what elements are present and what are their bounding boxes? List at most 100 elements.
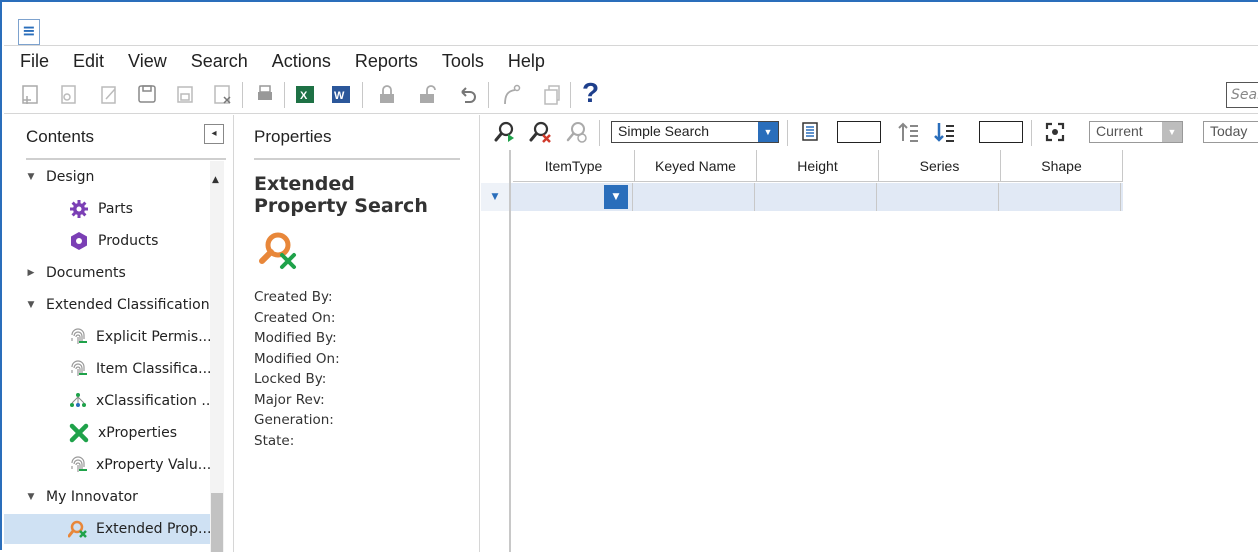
promote-icon[interactable]	[500, 82, 522, 106]
tree-item[interactable]: ▼ Design	[4, 162, 210, 192]
effective-date-input[interactable]: Today	[1203, 121, 1258, 143]
app-window: ≡ File Edit View Search Actions Reports …	[0, 0, 1258, 552]
svg-text:W: W	[334, 90, 345, 102]
product-icon	[68, 230, 90, 252]
properties-title: Properties	[254, 127, 332, 146]
grid-cell[interactable]	[877, 183, 999, 211]
expand-arrow-icon[interactable]: ▼	[26, 492, 36, 502]
scroll-thumb[interactable]	[211, 493, 223, 552]
page-size-icon[interactable]	[799, 120, 823, 144]
collapse-panel-button[interactable]: ◂	[204, 124, 224, 144]
tree-item[interactable]: ▶ Documents	[4, 258, 210, 288]
property-field-label: Generation:	[254, 412, 334, 428]
chevron-down-icon[interactable]: ▼	[1162, 122, 1182, 142]
save-icon[interactable]	[136, 82, 158, 106]
sort-ascending-icon[interactable]	[897, 120, 921, 144]
chevron-down-icon[interactable]: ▼	[758, 122, 778, 142]
collapse-arrow-icon[interactable]: ▶	[26, 268, 36, 278]
tree-item[interactable]: ▼ Extended Classification	[4, 290, 210, 320]
undo-icon[interactable]	[456, 82, 478, 106]
tree-item[interactable]: xProperty Valu...	[4, 450, 211, 480]
search-x-icon	[258, 229, 300, 271]
tree-item-label: Products	[98, 233, 159, 249]
toolbar-separator	[362, 82, 363, 108]
unlock-icon[interactable]	[416, 82, 438, 106]
hamburger-menu-button[interactable]: ≡	[18, 19, 40, 45]
revision-select[interactable]: Current ▼	[1089, 121, 1183, 143]
column-header[interactable]: Keyed Name	[635, 150, 757, 182]
toolbar-separator	[284, 82, 285, 108]
property-field-label: Modified By:	[254, 330, 337, 346]
chevron-down-icon[interactable]: ▼	[604, 185, 628, 209]
new-item-icon[interactable]	[20, 82, 42, 106]
search-mode-select[interactable]: Simple Search ▼	[611, 121, 779, 143]
toolbar-separator	[570, 82, 571, 108]
top-strip: ≡	[4, 4, 1258, 46]
menu-file[interactable]: File	[4, 51, 57, 72]
scroll-up-icon[interactable]: ▲	[212, 175, 219, 185]
column-header[interactable]: Height	[757, 150, 879, 182]
page-size-input[interactable]	[837, 121, 881, 143]
tree-item[interactable]: Products	[4, 226, 210, 256]
toolbar-separator	[599, 120, 600, 146]
grid-cell[interactable]	[999, 183, 1121, 211]
help-icon[interactable]: ?	[582, 79, 604, 107]
grid-cell[interactable]	[633, 183, 755, 211]
menu-bar: File Edit View Search Actions Reports To…	[4, 48, 1258, 74]
tree-item[interactable]: xProperties	[4, 418, 210, 448]
delete-icon[interactable]	[212, 82, 234, 106]
menu-reports[interactable]: Reports	[339, 51, 426, 72]
svg-text:X: X	[300, 90, 308, 102]
main-toolbar: X W ? Search	[4, 76, 1258, 114]
view-item-icon[interactable]	[58, 82, 80, 106]
focus-target-icon[interactable]	[1043, 120, 1067, 144]
save-close-icon[interactable]	[174, 82, 196, 106]
tree-scrollbar[interactable]: ▲	[210, 161, 224, 552]
global-search-input[interactable]: Search	[1226, 82, 1258, 108]
fingerprint-icon	[68, 358, 88, 380]
word-icon[interactable]: W	[330, 82, 352, 106]
menu-edit[interactable]: Edit	[57, 51, 112, 72]
toolbar-separator	[1031, 120, 1032, 146]
menu-view[interactable]: View	[112, 51, 175, 72]
excel-icon[interactable]: X	[294, 82, 316, 106]
grid-cell[interactable]: ▼	[511, 183, 633, 211]
menu-search[interactable]: Search	[175, 51, 256, 72]
max-records-input[interactable]	[979, 121, 1023, 143]
toolbar-separator	[787, 120, 788, 146]
column-header[interactable]: Series	[879, 150, 1001, 182]
print-icon[interactable]	[254, 82, 276, 106]
tree-item-label: Item Classifica...	[96, 361, 212, 377]
tree-item[interactable]: Extended Prop...	[4, 514, 211, 544]
property-field-label: Created On:	[254, 309, 336, 326]
tree-item[interactable]: Parts	[4, 194, 210, 224]
lock-icon[interactable]	[376, 82, 398, 106]
tree-item-label: Design	[46, 169, 95, 185]
tree-item[interactable]: Item Classifica...	[4, 354, 212, 384]
expand-arrow-icon[interactable]: ▼	[26, 172, 36, 182]
disabled-search-icon[interactable]	[565, 120, 589, 144]
grid-cell[interactable]	[755, 183, 877, 211]
divider	[26, 158, 226, 160]
property-field-label: Major Rev:	[254, 391, 325, 408]
menu-help[interactable]: Help	[492, 51, 553, 72]
expand-arrow-icon[interactable]: ▼	[26, 300, 36, 310]
copy-icon[interactable]	[540, 82, 562, 106]
sort-descending-icon[interactable]	[933, 120, 957, 144]
column-header[interactable]: ItemType	[513, 150, 635, 182]
tree-item-label: xClassification ...	[96, 393, 215, 409]
edit-item-icon[interactable]	[98, 82, 120, 106]
tree-item[interactable]: Explicit Permis...	[4, 322, 212, 352]
clear-search-icon[interactable]	[529, 120, 553, 144]
run-search-icon[interactable]	[493, 120, 517, 144]
search-criteria-row[interactable]: ▼ ▼	[481, 183, 1123, 211]
tree-item-label: Documents	[46, 265, 126, 281]
tree-nodes-icon	[68, 390, 88, 412]
tree-item-label: xProperties	[98, 425, 178, 441]
tree-item[interactable]: ▼ My Innovator	[4, 482, 210, 512]
menu-actions[interactable]: Actions	[256, 51, 339, 72]
menu-tools[interactable]: Tools	[426, 51, 492, 72]
tree-item[interactable]: xClassification ...	[4, 386, 215, 416]
column-header[interactable]: Shape	[1001, 150, 1123, 182]
grid-toolbar: Simple Search ▼ Current ▼ Today	[481, 115, 1258, 149]
